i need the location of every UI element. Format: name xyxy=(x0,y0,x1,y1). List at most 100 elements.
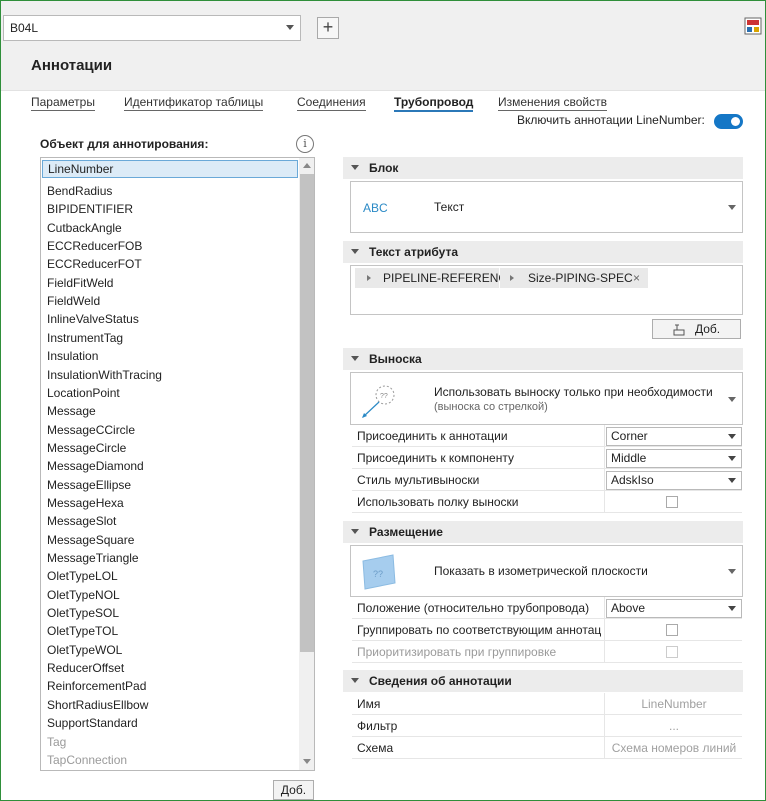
multileader-style-select[interactable]: AdskIso xyxy=(606,471,742,490)
list-item[interactable]: ReducerOffset xyxy=(47,659,124,677)
svg-text:??: ?? xyxy=(373,569,383,579)
list-item[interactable]: InstrumentTag xyxy=(47,329,123,347)
collapse-triangle-icon xyxy=(351,249,359,254)
leader-sub-text: (выноска со стрелкой) xyxy=(434,401,548,413)
tab-connections[interactable]: Соединения xyxy=(297,94,366,111)
list-item[interactable]: OletTypeTOL xyxy=(47,622,118,640)
toggle-knob xyxy=(731,117,740,126)
scroll-up-icon[interactable] xyxy=(303,163,311,168)
list-item[interactable]: OletTypeNOL xyxy=(47,586,120,604)
list-item[interactable]: ShortRadiusEllbow xyxy=(47,696,148,714)
info-icon[interactable]: i xyxy=(296,135,314,153)
list-item: TapConnection xyxy=(47,752,128,767)
select-value: AdskIso xyxy=(611,473,654,487)
prop-label: Стиль мультивыноски xyxy=(357,473,480,487)
attach-component-select[interactable]: Middle xyxy=(606,449,742,468)
scroll-down-icon[interactable] xyxy=(303,759,311,764)
dropdown-arrow-icon xyxy=(728,478,736,483)
section-info-title: Сведения об аннотации xyxy=(369,674,512,688)
select-value: Middle xyxy=(611,451,647,465)
leader-dropdown[interactable]: ?? Использовать выноску только при необх… xyxy=(350,372,743,425)
block-dropdown[interactable]: ABC Текст xyxy=(350,181,743,233)
list-item[interactable]: MessageSlot xyxy=(47,512,116,530)
prop-row-prioritize: Приоритизировать при группировке xyxy=(352,641,742,663)
leader-shelf-checkbox[interactable] xyxy=(666,496,678,508)
section-attr-header[interactable]: Текст атрибута xyxy=(343,241,743,263)
prop-row-scheme: Схема Схема номеров линий xyxy=(352,737,742,759)
list-item[interactable]: InsulationWithTracing xyxy=(47,366,162,384)
prop-label: Схема xyxy=(357,741,394,755)
placement-main-text: Показать в изометрической плоскости xyxy=(434,564,648,578)
list-item[interactable]: OletTypeWOL xyxy=(47,641,122,659)
dropdown-arrow-icon xyxy=(728,456,736,461)
section-block-header[interactable]: Блок xyxy=(343,157,743,179)
tab-pipeline[interactable]: Трубопровод xyxy=(394,94,474,112)
section-leader-header[interactable]: Выноска xyxy=(343,348,743,370)
list-item[interactable]: OletTypeLOL xyxy=(47,567,118,585)
placement-dropdown[interactable]: ?? Показать в изометрической плоскости xyxy=(350,545,743,597)
prioritize-checkbox xyxy=(666,646,678,658)
prop-row-leader-shelf: Использовать полку выноски xyxy=(352,491,742,513)
enable-annotations-toggle[interactable] xyxy=(714,114,743,129)
annotation-set-combo[interactable]: B04L xyxy=(3,15,301,41)
attach-annotation-select[interactable]: Corner xyxy=(606,427,742,446)
list-item: Tag xyxy=(47,734,67,749)
list-item[interactable]: MessageCCircle xyxy=(47,421,135,439)
attribute-chip-2[interactable]: Size-PIPING-SPEC × xyxy=(500,268,648,288)
scroll-thumb[interactable] xyxy=(300,174,314,652)
position-select[interactable]: Above xyxy=(606,599,742,618)
dropdown-arrow-icon xyxy=(728,205,736,210)
list-item-selected[interactable]: LineNumber xyxy=(42,160,298,178)
list-item[interactable]: MessageCircle xyxy=(47,439,126,457)
section-placement-header[interactable]: Размещение xyxy=(343,521,743,543)
list-item[interactable]: MessageSquare xyxy=(47,531,134,549)
list-item[interactable]: ReinforcementPad xyxy=(47,677,146,695)
list-item[interactable]: LocationPoint xyxy=(47,384,120,402)
group-checkbox[interactable] xyxy=(666,624,678,636)
list-item[interactable]: FieldWeld xyxy=(47,292,100,310)
object-list[interactable]: LineNumber BendRadius BIPIDENTIFIER Cutbac… xyxy=(40,157,315,771)
list-item[interactable]: FieldFitWeld xyxy=(47,274,113,292)
prop-row-name: Имя LineNumber xyxy=(352,693,742,715)
add-object-button[interactable]: Доб. xyxy=(273,780,314,800)
select-value: Above xyxy=(611,601,646,615)
tab-property-changes[interactable]: Изменения свойств xyxy=(498,94,608,111)
list-item[interactable]: ECCReducerFOB xyxy=(47,237,142,255)
attribute-chip-1[interactable]: PIPELINE-REFERENCE- xyxy=(355,268,519,288)
list-item[interactable]: BIPIDENTIFIER xyxy=(47,200,133,218)
list-item[interactable]: OletTypeSOL xyxy=(47,604,119,622)
list-item[interactable]: CutbackAngle xyxy=(47,219,122,237)
list-item[interactable]: Message xyxy=(47,402,96,420)
object-list-title: Объект для аннотирования: xyxy=(40,137,209,151)
add-attribute-button[interactable]: Доб. xyxy=(652,319,741,339)
list-item[interactable]: SupportStandard xyxy=(47,714,138,732)
section-info-header[interactable]: Сведения об аннотации xyxy=(343,670,743,692)
list-scrollbar[interactable] xyxy=(299,158,314,770)
list-item[interactable]: BendRadius xyxy=(47,182,112,200)
list-item[interactable]: MessageTriangle xyxy=(47,549,139,567)
dropdown-arrow-icon xyxy=(728,606,736,611)
prop-row-attach-annotation: Присоединить к аннотации Corner xyxy=(352,425,742,447)
list-item[interactable]: ECCReducerFOT xyxy=(47,255,142,273)
tab-table-id[interactable]: Идентификатор таблицы xyxy=(124,94,264,111)
list-item[interactable]: InlineValveStatus xyxy=(47,310,139,328)
list-item[interactable]: MessageEllipse xyxy=(47,476,131,494)
filter-value[interactable]: ... xyxy=(606,715,742,737)
section-leader-title: Выноска xyxy=(369,352,422,366)
prop-label: Использовать полку выноски xyxy=(357,495,519,509)
dropdown-arrow-icon xyxy=(728,569,736,574)
list-item[interactable]: MessageHexa xyxy=(47,494,124,512)
tab-parameters[interactable]: Параметры xyxy=(31,94,95,111)
help-icon[interactable] xyxy=(744,17,762,35)
list-item[interactable]: Insulation xyxy=(47,347,98,365)
select-value: Corner xyxy=(611,429,648,443)
top-bar: B04L + Аннотации xyxy=(1,1,765,91)
collapse-triangle-icon xyxy=(351,529,359,534)
section-attr-title: Текст атрибута xyxy=(369,245,459,259)
section-placement-title: Размещение xyxy=(369,525,443,539)
list-item[interactable]: MessageDiamond xyxy=(47,457,144,475)
attribute-text-box[interactable]: PIPELINE-REFERENCE- Size-PIPING-SPEC × xyxy=(350,265,743,315)
add-set-button[interactable]: + xyxy=(317,17,339,39)
close-icon[interactable]: × xyxy=(633,268,640,288)
dropdown-arrow-icon xyxy=(728,434,736,439)
